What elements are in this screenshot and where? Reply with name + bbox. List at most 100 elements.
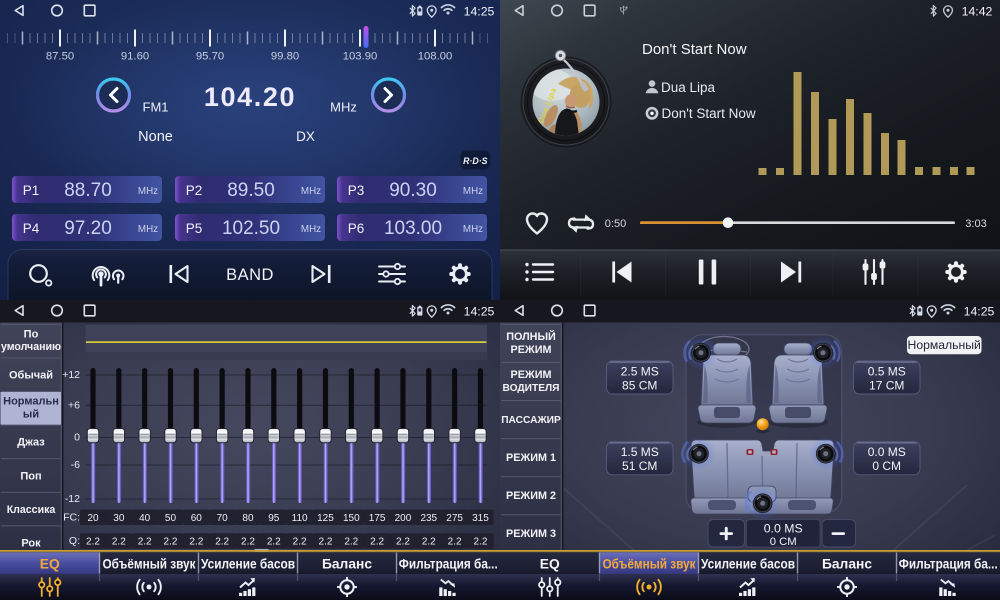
svg-text:97.20: 97.20 [64, 218, 112, 239]
svg-text:РЕЖИМ: РЕЖИМ [511, 344, 552, 356]
svg-text:80: 80 [242, 513, 254, 524]
svg-text:Обычай: Обычай [9, 370, 53, 382]
svg-text:2.2: 2.2 [189, 537, 203, 548]
svg-text:-12: -12 [65, 493, 80, 505]
svg-text:РЕЖИМ: РЕЖИМ [511, 369, 552, 381]
svg-text:3:03: 3:03 [965, 218, 986, 230]
svg-text:2.2: 2.2 [293, 537, 307, 548]
svg-text:Усиление басов: Усиление басов [201, 557, 295, 572]
svg-text:175: 175 [369, 513, 386, 524]
svg-text:Объёмный звук: Объёмный звук [603, 557, 696, 572]
svg-text:По: По [24, 329, 39, 341]
svg-text:MHz: MHz [138, 224, 158, 235]
svg-text:90.30: 90.30 [389, 180, 437, 201]
svg-text:2.2: 2.2 [396, 537, 410, 548]
svg-text:2.2: 2.2 [241, 537, 255, 548]
svg-text:0 CM: 0 CM [770, 536, 797, 548]
svg-text:1.5 MS: 1.5 MS [621, 445, 659, 459]
svg-text:0.0 MS: 0.0 MS [868, 445, 906, 459]
svg-text:ПОЛНЫЙ: ПОЛНЫЙ [506, 330, 556, 343]
svg-text:None: None [138, 129, 173, 145]
svg-text:2.2: 2.2 [267, 537, 281, 548]
svg-text:MHz: MHz [330, 100, 357, 115]
svg-text:Баланс: Баланс [322, 557, 372, 572]
svg-text:30: 30 [113, 513, 125, 524]
svg-text:70: 70 [217, 513, 229, 524]
svg-text:P5: P5 [186, 221, 203, 236]
svg-text:+6: +6 [68, 400, 80, 412]
svg-text:2.2: 2.2 [86, 537, 100, 548]
svg-text:Джаз: Джаз [17, 437, 45, 449]
svg-text:104.20: 104.20 [204, 82, 296, 112]
svg-text:103.90: 103.90 [343, 51, 378, 63]
svg-text:DX: DX [296, 129, 315, 144]
svg-text:BAND: BAND [226, 266, 274, 284]
svg-text:Усиление басов: Усиление басов [701, 557, 795, 572]
svg-text:Классика: Классика [7, 504, 56, 516]
svg-text:Объёмный звук: Объёмный звук [103, 557, 196, 572]
svg-text:40: 40 [139, 513, 151, 524]
svg-text:P2: P2 [186, 183, 203, 198]
svg-text:РЕЖИМ 3: РЕЖИМ 3 [506, 528, 556, 540]
svg-text:Don't Start Now: Don't Start Now [642, 41, 747, 58]
svg-text:EQ: EQ [540, 557, 560, 572]
svg-text:2.2: 2.2 [473, 537, 487, 548]
svg-text:89.50: 89.50 [227, 180, 275, 201]
svg-text:85 CM: 85 CM [622, 378, 657, 392]
svg-text:Q:: Q: [69, 535, 80, 547]
svg-text:0: 0 [74, 432, 80, 444]
svg-text:P1: P1 [23, 183, 40, 198]
svg-text:-6: -6 [71, 459, 80, 471]
svg-text:2.2: 2.2 [164, 537, 178, 548]
svg-text:P6: P6 [348, 221, 365, 236]
svg-text:14:25: 14:25 [464, 4, 495, 18]
svg-text:MHz: MHz [463, 186, 483, 197]
svg-text:50: 50 [165, 513, 177, 524]
svg-text:99.80: 99.80 [271, 51, 299, 63]
svg-text:125: 125 [317, 513, 334, 524]
svg-text:150: 150 [343, 513, 360, 524]
svg-text:FM1: FM1 [143, 100, 169, 115]
svg-text:Dua Lipa: Dua Lipa [661, 80, 716, 95]
svg-text:315: 315 [472, 513, 489, 524]
svg-text:88.70: 88.70 [64, 180, 112, 201]
svg-text:110: 110 [292, 513, 308, 524]
svg-text:Рок: Рок [21, 538, 41, 550]
svg-text:MHz: MHz [138, 186, 158, 197]
svg-text:Поп: Поп [20, 470, 41, 482]
svg-text:Фильтрация ба...: Фильтрация ба... [899, 557, 998, 572]
svg-text:R·D·S: R·D·S [463, 156, 488, 166]
svg-text:EQ: EQ [40, 557, 60, 572]
svg-text:Баланс: Баланс [822, 557, 872, 572]
svg-text:95.70: 95.70 [196, 51, 224, 63]
svg-text:РЕЖИМ 2: РЕЖИМ 2 [506, 490, 556, 502]
svg-text:MHz: MHz [301, 186, 321, 197]
svg-text:P3: P3 [348, 183, 365, 198]
svg-text:Нормальный: Нормальный [908, 338, 981, 352]
svg-text:ый: ый [23, 409, 39, 421]
svg-text:108.00: 108.00 [418, 51, 453, 63]
svg-text:91.60: 91.60 [121, 51, 149, 63]
svg-text:14:25: 14:25 [464, 304, 495, 318]
svg-text:0 CM: 0 CM [872, 459, 901, 473]
svg-text:P4: P4 [23, 221, 40, 236]
svg-text:умолчанию: умолчанию [1, 341, 61, 353]
svg-text:2.2: 2.2 [344, 537, 358, 548]
svg-text:102.50: 102.50 [222, 218, 280, 239]
svg-text:2.2: 2.2 [422, 537, 436, 548]
svg-text:2.2: 2.2 [138, 537, 152, 548]
svg-text:20: 20 [87, 513, 99, 524]
svg-text:2.2: 2.2 [319, 537, 333, 548]
svg-text:0.5 MS: 0.5 MS [868, 364, 906, 378]
svg-text:14:42: 14:42 [962, 4, 993, 18]
svg-text:ВОДИТЕЛЯ: ВОДИТЕЛЯ [503, 383, 560, 394]
svg-text:FC:: FC: [63, 512, 80, 524]
svg-text:MHz: MHz [301, 224, 321, 235]
svg-text:0:50: 0:50 [605, 218, 626, 230]
svg-text:Нормальн: Нормальн [3, 396, 59, 408]
svg-text:51 CM: 51 CM [622, 459, 657, 473]
svg-text:Фильтрация ба...: Фильтрация ба... [399, 557, 498, 572]
svg-text:ПАССАЖИР: ПАССАЖИР [501, 415, 561, 426]
svg-text:17 CM: 17 CM [869, 378, 904, 392]
svg-text:0.0 MS: 0.0 MS [764, 521, 803, 535]
